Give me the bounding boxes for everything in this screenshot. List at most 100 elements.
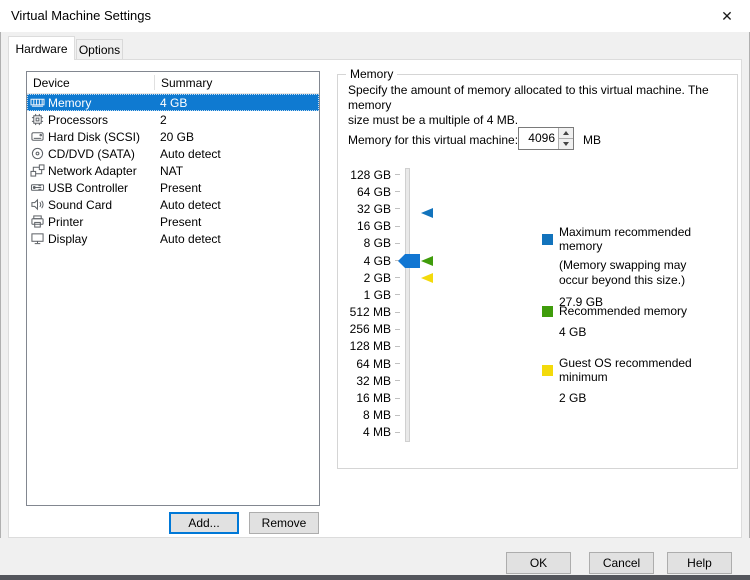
column-header-device[interactable]: Device — [27, 76, 154, 90]
scale-label: 64 MB — [338, 357, 391, 371]
add-button[interactable]: Add... — [169, 512, 239, 534]
ok-button[interactable]: OK — [506, 552, 571, 574]
guest-os-minimum-marker-icon — [421, 273, 433, 283]
vm-settings-dialog: Virtual Machine Settings ✕ Hardware Opti… — [0, 0, 750, 580]
legend-value: 4 GB — [559, 325, 732, 339]
device-name: Display — [48, 232, 87, 246]
scale-label: 32 GB — [338, 202, 391, 216]
tab-options[interactable]: Options — [76, 39, 123, 60]
scale-label: 4 MB — [338, 425, 391, 439]
scale-label: 2 GB — [338, 271, 391, 285]
memory-unit-label: MB — [583, 133, 601, 147]
device-name: USB Controller — [48, 181, 128, 195]
device-row-cd-dvd[interactable]: CD/DVD (SATA) Auto detect — [27, 145, 319, 162]
legend-guest-os-minimum: Guest OS recommended minimum 2 GB — [542, 356, 732, 405]
printer-icon — [30, 215, 46, 229]
scale-label: 1 GB — [338, 288, 391, 302]
device-row-display[interactable]: Display Auto detect — [27, 230, 319, 247]
legend-value: 2 GB — [559, 391, 732, 405]
device-name: Hard Disk (SCSI) — [48, 130, 140, 144]
memory-size-value[interactable]: 4096 — [519, 128, 558, 149]
tick-mark — [395, 312, 400, 313]
hardware-tab-page: Device Summary Memory 4 GB Processors 2 — [8, 59, 742, 538]
column-header-summary[interactable]: Summary — [154, 76, 212, 90]
tab-hardware[interactable]: Hardware — [8, 36, 75, 60]
device-summary: Auto detect — [160, 232, 221, 246]
scale-label: 16 GB — [338, 219, 391, 233]
device-row-printer[interactable]: Printer Present — [27, 213, 319, 230]
hard-disk-icon — [30, 130, 46, 144]
device-summary: Auto detect — [160, 198, 221, 212]
legend-recommended: Recommended memory 4 GB — [542, 304, 732, 339]
window-bottom-edge — [0, 575, 750, 580]
device-name: CD/DVD (SATA) — [48, 147, 135, 161]
memory-scale: 128 GB 64 GB 32 GB 16 GB 8 GB 4 GB 2 GB … — [338, 166, 400, 441]
memory-field-label: Memory for this virtual machine: — [348, 133, 518, 147]
device-summary: Present — [160, 181, 201, 195]
device-summary: Present — [160, 215, 201, 229]
memory-slider-thumb[interactable] — [398, 254, 420, 268]
memory-icon — [30, 96, 46, 110]
memory-description: Specify the amount of memory allocated t… — [348, 83, 734, 128]
device-row-hard-disk[interactable]: Hard Disk (SCSI) 20 GB — [27, 128, 319, 145]
scale-label: 4 GB — [338, 254, 391, 268]
spinner-down-button[interactable] — [559, 139, 573, 149]
tab-options-label: Options — [79, 43, 120, 57]
spinner-up-button[interactable] — [559, 128, 573, 139]
tab-hardware-label: Hardware — [15, 42, 67, 56]
device-row-network-adapter[interactable]: Network Adapter NAT — [27, 162, 319, 179]
usb-icon — [30, 181, 46, 195]
tick-mark — [395, 415, 400, 416]
memory-groupbox: Memory Specify the amount of memory allo… — [337, 74, 738, 469]
help-button[interactable]: Help — [667, 552, 732, 574]
memory-spinner — [558, 128, 573, 149]
legend-max-recommended: Maximum recommended memory (Memory swapp… — [542, 225, 732, 309]
tick-mark — [395, 380, 400, 381]
device-name: Memory — [48, 96, 91, 110]
legend-label: Recommended memory — [559, 304, 687, 318]
device-row-memory[interactable]: Memory 4 GB — [27, 94, 319, 111]
tick-mark — [395, 243, 400, 244]
device-row-sound-card[interactable]: Sound Card Auto detect — [27, 196, 319, 213]
tick-mark — [395, 398, 400, 399]
scale-label: 8 GB — [338, 236, 391, 250]
device-list-header[interactable]: Device Summary — [27, 72, 319, 94]
device-name: Processors — [48, 113, 108, 127]
scale-label: 128 GB — [338, 168, 391, 182]
cd-dvd-icon — [30, 147, 46, 161]
cancel-button[interactable]: Cancel — [589, 552, 654, 574]
remove-button[interactable]: Remove — [249, 512, 319, 534]
tick-mark — [395, 174, 400, 175]
tick-mark — [395, 226, 400, 227]
scale-label: 128 MB — [338, 339, 391, 353]
tick-mark — [395, 363, 400, 364]
tick-mark — [395, 277, 400, 278]
device-row-usb-controller[interactable]: USB Controller Present — [27, 179, 319, 196]
device-summary: 2 — [160, 113, 167, 127]
memory-size-input[interactable]: 4096 — [518, 127, 574, 150]
scale-label: 32 MB — [338, 374, 391, 388]
display-icon — [30, 232, 46, 246]
device-name: Network Adapter — [48, 164, 137, 178]
memory-group-title: Memory — [346, 67, 397, 81]
tick-mark — [395, 191, 400, 192]
device-row-processors[interactable]: Processors 2 — [27, 111, 319, 128]
spinner-down-icon — [563, 142, 569, 146]
processor-icon — [30, 113, 46, 127]
legend-label: Guest OS recommended minimum — [559, 356, 732, 384]
tick-mark — [395, 294, 400, 295]
close-icon[interactable]: ✕ — [706, 2, 748, 30]
scale-label: 256 MB — [338, 322, 391, 336]
dialog-footer: OK Cancel Help — [0, 538, 750, 575]
legend-square-green-icon — [542, 306, 553, 317]
scale-label: 8 MB — [338, 408, 391, 422]
column-divider[interactable] — [154, 75, 155, 90]
device-summary: 20 GB — [160, 130, 194, 144]
tick-mark — [395, 329, 400, 330]
device-list: Device Summary Memory 4 GB Processors 2 — [26, 71, 320, 506]
memory-slider-track[interactable] — [405, 168, 410, 442]
device-summary: 4 GB — [160, 96, 187, 110]
dialog-title: Virtual Machine Settings — [11, 8, 151, 23]
scale-label: 64 GB — [338, 185, 391, 199]
legend-label: Maximum recommended memory — [559, 225, 732, 253]
